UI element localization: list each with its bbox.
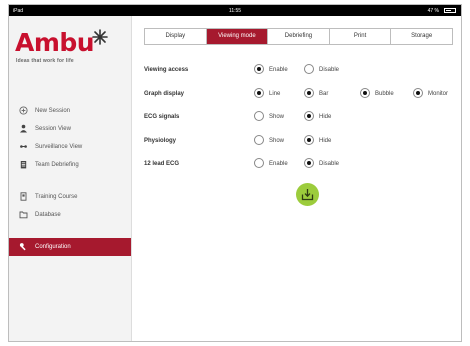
plus-circle-icon	[19, 106, 28, 115]
option-label: Hide	[319, 137, 332, 144]
tab-print[interactable]: Print	[330, 29, 392, 44]
option-label: Bubble	[375, 90, 394, 97]
option-label: Bar	[319, 90, 329, 97]
setting-label: Viewing access	[144, 67, 189, 73]
setting-physiology: Physiology Show Hide	[144, 134, 464, 162]
radio-circle[interactable]	[413, 87, 423, 98]
save-download-icon	[301, 189, 314, 201]
option-label: Disable	[319, 67, 340, 73]
sidebar-item-surveillance-view[interactable]: Surveillance View	[9, 138, 131, 156]
option-label: Enable	[269, 161, 288, 167]
radio-circle[interactable]	[254, 111, 264, 121]
sidebar-item-training-course[interactable]: Training Course	[9, 188, 131, 206]
sidebar-item-label: New Session	[35, 108, 71, 114]
option-label: Show	[269, 114, 285, 120]
radio-circle[interactable]	[360, 87, 370, 98]
option-label: Enable	[269, 67, 288, 73]
setting-label: Graph display	[144, 90, 185, 97]
tab-viewing-mode[interactable]: Viewing mode	[206, 29, 269, 44]
setting-graph-display: Graph display Line Bar Bubble Monitor	[144, 87, 464, 115]
battery-icon	[444, 8, 456, 13]
logo-tagline: Ideas that work for life	[16, 58, 74, 64]
option-label: Show	[269, 137, 285, 144]
radio-circle[interactable]	[304, 87, 314, 98]
sidebar-item-new-session[interactable]: New Session	[9, 102, 131, 120]
sidebar-item-label: Training Course	[35, 194, 78, 200]
radio-circle[interactable]	[254, 87, 264, 98]
setting-label: ECG signals	[144, 114, 180, 120]
sidebar-item-session-view[interactable]: Session View	[9, 120, 131, 138]
radio-circle[interactable]	[304, 158, 314, 168]
radio-circle[interactable]	[254, 64, 264, 74]
save-button[interactable]	[296, 183, 319, 206]
sidebar-item-label: Database	[35, 212, 61, 218]
setting-label: 12 lead ECG	[144, 161, 180, 167]
course-icon	[20, 192, 27, 201]
setting-12-lead-ecg: 12 lead ECG Enable Disable	[144, 158, 464, 185]
sidebar-nav: New Session Session View Surveillance Vi…	[9, 102, 131, 256]
settings-list: Viewing access Enable Disable Graph disp…	[144, 64, 464, 185]
tab-debriefing[interactable]: Debriefing	[268, 29, 330, 44]
status-bar: iPad 11:55 47 %	[9, 5, 461, 16]
sidebar-item-configuration[interactable]: Configuration	[9, 238, 131, 256]
tab-display[interactable]: Display	[145, 29, 207, 44]
option-label: Line	[269, 90, 281, 97]
radio-circle[interactable]	[254, 134, 264, 145]
sidebar-item-label: Configuration	[35, 244, 71, 250]
sidebar-item-database[interactable]: Database	[9, 206, 131, 224]
radio-circle[interactable]	[304, 111, 314, 121]
radio-circle[interactable]	[304, 134, 314, 145]
ambu-logo: Ambu Ideas that work for life	[15, 28, 127, 68]
logo-star-icon	[92, 29, 108, 45]
clock: 11:55	[228, 8, 242, 14]
option-label: Disable	[319, 161, 340, 167]
radio-circle[interactable]	[304, 64, 314, 74]
setting-ecg-signals: ECG signals Show Hide	[144, 111, 464, 138]
clipboard-icon	[20, 161, 27, 169]
sidebar-item-label: Team Debriefing	[35, 162, 79, 168]
radio-circle[interactable]	[254, 158, 264, 168]
logo-wordmark: Ambu	[15, 28, 95, 57]
battery-percent: 47 %	[427, 8, 439, 14]
tab-storage[interactable]: Storage	[391, 29, 452, 44]
setting-label: Physiology	[144, 137, 177, 144]
setting-viewing-access: Viewing access Enable Disable	[144, 64, 464, 91]
option-label: Hide	[319, 114, 332, 120]
surveillance-icon	[20, 145, 27, 148]
wrench-icon	[19, 243, 26, 251]
sidebar-item-label: Session View	[35, 126, 71, 132]
sidebar-item-label: Surveillance View	[35, 144, 83, 150]
sidebar-item-team-debriefing[interactable]: Team Debriefing	[9, 156, 131, 174]
folder-icon	[19, 211, 28, 219]
battery-level	[446, 10, 451, 11]
app-window: iPad 11:55 47 % Ambu Ideas that work for…	[8, 4, 462, 342]
settings-tabs: Display Viewing mode Debriefing Print St…	[144, 28, 453, 45]
person-icon	[20, 124, 27, 133]
sidebar: Ambu Ideas that work for life New Sessio…	[9, 16, 132, 341]
option-label: Monitor	[428, 90, 449, 97]
